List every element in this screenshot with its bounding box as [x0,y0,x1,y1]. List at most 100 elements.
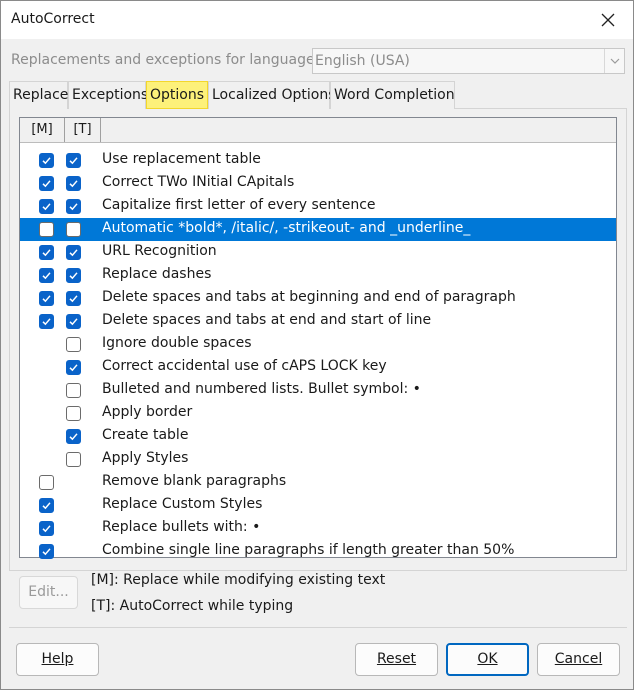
checkbox-t[interactable] [66,176,81,191]
language-select[interactable]: English (USA) [312,48,625,74]
list-item-label: Delete spaces and tabs at end and start … [102,312,432,328]
autocorrect-dialog: AutoCorrect Replacements and exceptions … [0,0,634,690]
tab-localized-options[interactable]: Localized Options [208,81,336,109]
check-icon [42,157,51,165]
list-item[interactable]: Create table [20,425,616,448]
legend-m: [M]: Replace while modifying existing te… [91,572,386,588]
checkbox-m[interactable] [39,176,54,191]
list-item[interactable]: Automatic *bold*, /italic/, -strikeout- … [20,218,616,241]
checkbox-t[interactable] [66,153,81,168]
help-button-label: Help [41,651,74,667]
tab-bar: Replace Exceptions Options Localized Opt… [9,81,629,109]
list-item[interactable]: Delete spaces and tabs at end and start … [20,310,616,333]
language-value: English (USA) [315,53,410,69]
window-title: AutoCorrect [11,11,95,27]
checkbox-m[interactable] [39,291,54,306]
chevron-down-icon [610,58,619,64]
ok-button-label: OK [477,651,498,667]
close-button[interactable] [591,7,625,33]
checkbox-t[interactable] [66,245,81,260]
list-item[interactable]: Combine single line paragraphs if length… [20,540,616,563]
cancel-button[interactable]: Cancel [537,643,620,676]
check-icon [42,180,51,188]
list-item[interactable]: Apply border [20,402,616,425]
checkbox-t[interactable] [66,291,81,306]
dropdown-arrow[interactable] [604,49,624,73]
column-header-m[interactable]: [M] [20,118,65,142]
list-item[interactable]: Correct accidental use of cAPS LOCK key [20,356,616,379]
list-item-label: Bulleted and numbered lists. Bullet symb… [102,381,421,397]
checkbox-m[interactable] [39,498,54,513]
reset-button[interactable]: Reset [355,643,438,676]
tab-exceptions[interactable]: Exceptions [68,81,148,109]
list-item-label: Automatic *bold*, /italic/, -strikeout- … [102,220,471,236]
list-item-label: Create table [102,427,189,443]
list-item-label: Correct TWo INitial CApitals [102,174,295,190]
checkbox-t[interactable] [66,199,81,214]
separator [9,627,627,628]
checkbox-t[interactable] [66,268,81,283]
list-item-label: Ignore double spaces [102,335,252,351]
list-item[interactable]: Ignore double spaces [20,333,616,356]
tab-word-completion[interactable]: Word Completion [330,81,455,109]
list-item-label: URL Recognition [102,243,217,259]
edit-button[interactable]: Edit... [19,576,78,609]
list-item-label: Combine single line paragraphs if length… [102,542,515,558]
list-item[interactable]: Capitalize first letter of every sentenc… [20,195,616,218]
legend-t: [T]: AutoCorrect while typing [91,598,294,614]
list-item-label: Remove blank paragraphs [102,473,287,489]
check-icon [69,272,78,280]
list-item[interactable]: Delete spaces and tabs at beginning and … [20,287,616,310]
list-item[interactable]: Use replacement table [20,149,616,172]
checkbox-t[interactable] [66,314,81,329]
checkbox-t[interactable] [66,222,81,237]
list-item-label: Delete spaces and tabs at beginning and … [102,289,516,305]
checkbox-m[interactable] [39,199,54,214]
check-icon [69,433,78,441]
check-icon [69,318,78,326]
checkbox-t[interactable] [66,452,81,467]
checkbox-m[interactable] [39,475,54,490]
check-icon [69,203,78,211]
list-item[interactable]: Replace Custom Styles [20,494,616,517]
close-icon [601,13,615,27]
checkbox-t[interactable] [66,360,81,375]
list-item[interactable]: Replace bullets with: • [20,517,616,540]
column-header-t[interactable]: [T] [65,118,101,142]
list-item[interactable]: Apply Styles [20,448,616,471]
list-item[interactable]: Remove blank paragraphs [20,471,616,494]
tab-options[interactable]: Options [146,81,208,109]
checkbox-m[interactable] [39,222,54,237]
list-header: [M] [T] [20,118,616,143]
checkbox-m[interactable] [39,314,54,329]
cancel-button-label: Cancel [554,651,603,667]
checkbox-m[interactable] [39,245,54,260]
list-item[interactable]: Bulleted and numbered lists. Bullet symb… [20,379,616,402]
check-icon [42,525,51,533]
check-icon [42,502,51,510]
checkbox-t[interactable] [66,383,81,398]
check-icon [42,318,51,326]
checkbox-m[interactable] [39,153,54,168]
ok-button[interactable]: OK [446,643,529,676]
checkbox-m[interactable] [39,268,54,283]
checkbox-t[interactable] [66,429,81,444]
help-button[interactable]: Help [16,643,99,676]
list-item-label: Use replacement table [102,151,261,167]
checkbox-m[interactable] [39,544,54,559]
checkbox-t[interactable] [66,406,81,421]
check-icon [69,249,78,257]
options-list[interactable]: [M] [T] Use replacement table Correct TWo… [19,117,617,559]
list-item-label: Replace bullets with: • [102,519,261,535]
checkbox-m[interactable] [39,521,54,536]
check-icon [69,180,78,188]
list-item[interactable]: Replace dashes [20,264,616,287]
check-icon [42,548,51,556]
list-item-label: Correct accidental use of cAPS LOCK key [102,358,387,374]
checkbox-t[interactable] [66,337,81,352]
list-item[interactable]: URL Recognition [20,241,616,264]
list-item[interactable]: Correct TWo INitial CApitals [20,172,616,195]
tab-replace[interactable]: Replace [9,81,68,109]
check-icon [42,249,51,257]
list-item-label: Capitalize first letter of every sentenc… [102,197,376,213]
